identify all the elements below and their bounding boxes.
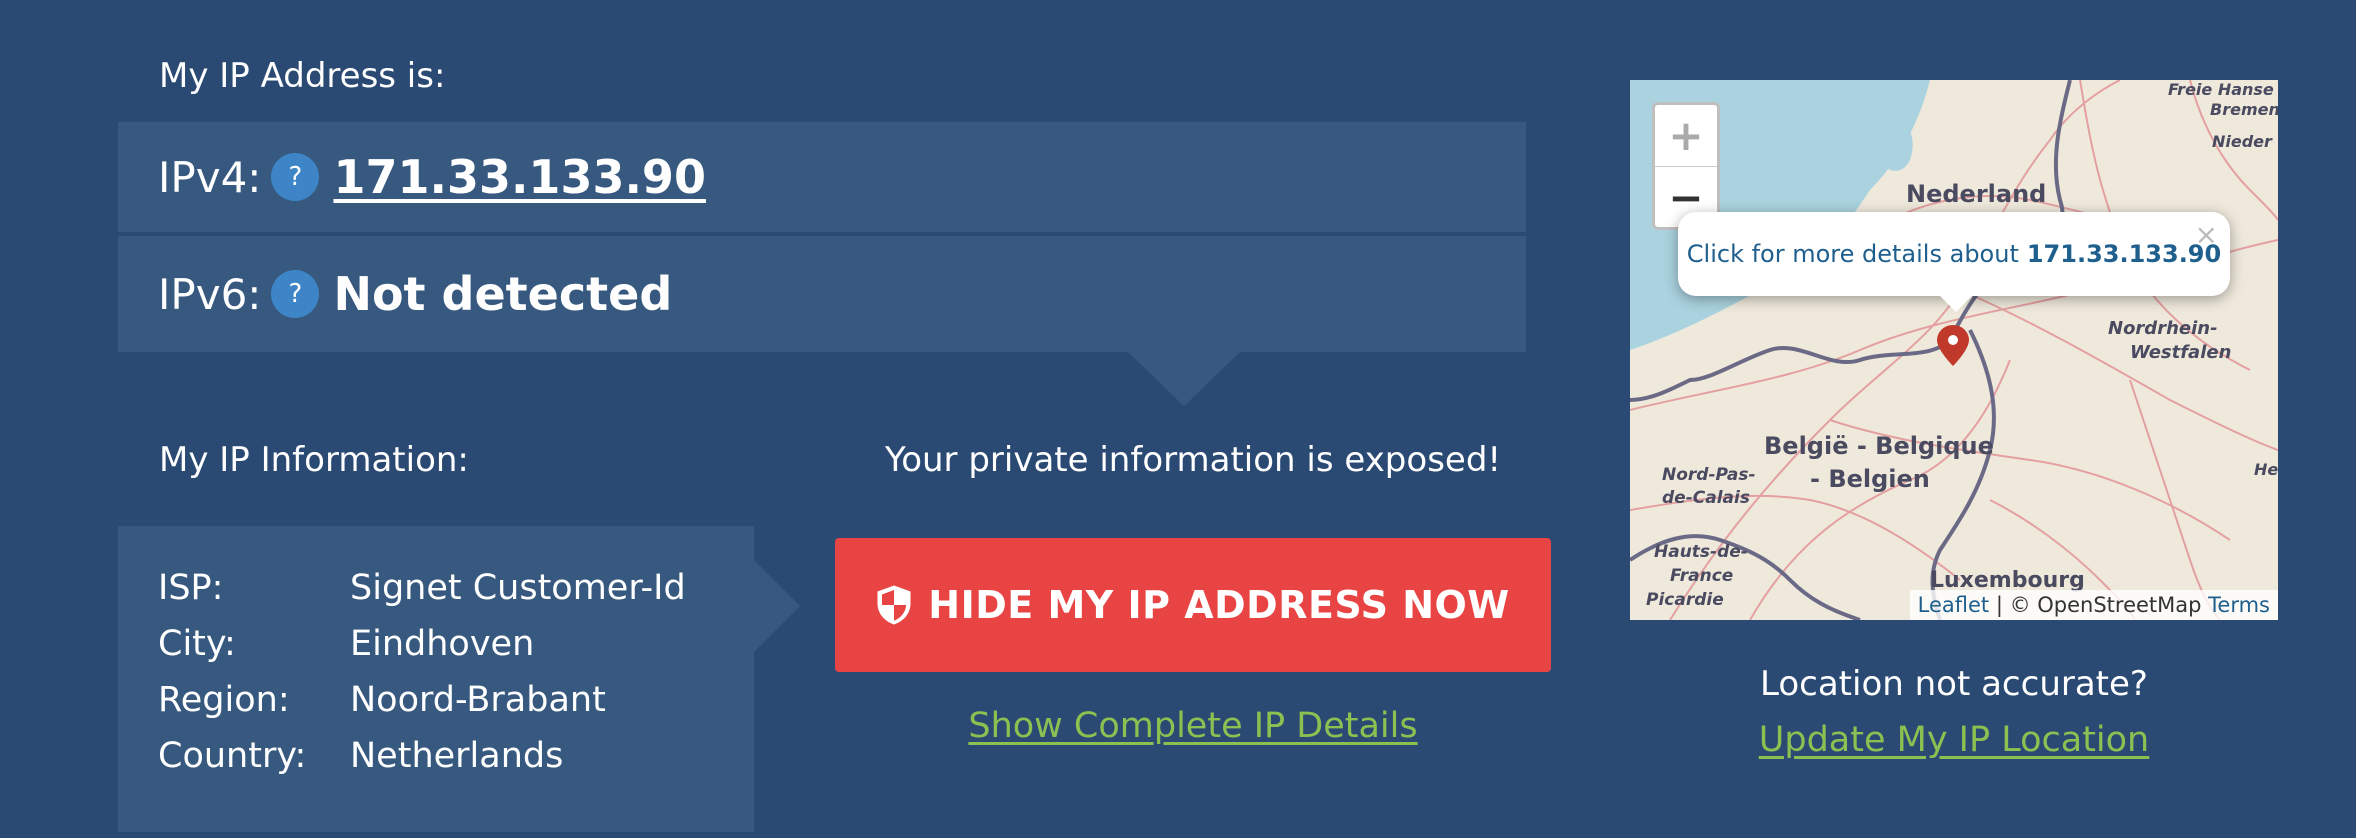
map-label-france: France <box>1670 566 1734 586</box>
details-link-wrap: Show Complete IP Details <box>835 706 1551 746</box>
exposed-message: Your private information is exposed! <box>884 440 1502 480</box>
info-row-city: City: Eindhoven <box>158 624 534 664</box>
panel-pointer <box>1128 352 1240 406</box>
ipv6-row: IPv6: ? Not detected <box>118 236 1526 352</box>
zoom-in-button[interactable]: + <box>1655 105 1717 167</box>
ipv4-row: IPv4: ? 171.33.133.90 <box>118 122 1526 232</box>
popup-ip: 171.33.133.90 <box>2026 240 2222 268</box>
map-marker-icon <box>1937 325 1969 366</box>
info-row-region: Region: Noord-Brabant <box>158 680 606 720</box>
question-icon[interactable]: ? <box>271 153 320 201</box>
info-key: ISP: <box>158 568 224 608</box>
info-key: Country: <box>158 736 307 776</box>
map-attribution: Leaflet | © OpenStreetMap Terms <box>1909 590 2278 620</box>
ip-address-heading: My IP Address is: <box>159 56 446 96</box>
info-row-isp: ISP: Signet Customer-Id <box>158 568 686 608</box>
map-label-freie: Freie Hanse <box>2168 80 2274 99</box>
map-zoom-control: + − <box>1652 102 1720 230</box>
info-key: City: <box>158 624 236 664</box>
show-details-link[interactable]: Show Complete IP Details <box>968 706 1417 746</box>
popup-tip <box>1938 294 1974 312</box>
update-location-wrap: Update My IP Location <box>1630 720 2278 760</box>
location-map[interactable]: Nederland België - Belgique - Belgien No… <box>1630 80 2278 620</box>
ip-information-panel: ISP: Signet Customer-Id City: Eindhoven … <box>118 526 754 832</box>
map-label-nederland: Nederland <box>1906 180 2047 208</box>
map-label-belgien: - Belgien <box>1810 465 1930 493</box>
terms-link[interactable]: Terms <box>2208 593 2270 617</box>
hide-ip-button-label: HIDE MY IP ADDRESS NOW <box>928 583 1510 627</box>
hide-ip-button[interactable]: HIDE MY IP ADDRESS NOW <box>835 538 1551 672</box>
info-row-country: Country: Netherlands <box>158 736 563 776</box>
map-label-he: He <box>2254 460 2278 479</box>
shield-icon <box>877 585 911 625</box>
map-label-westfalen: Westfalen <box>2130 342 2232 363</box>
location-question: Location not accurate? <box>1760 664 2148 704</box>
ipv6-label: IPv6: <box>158 269 262 319</box>
question-icon[interactable]: ? <box>271 270 320 318</box>
leaflet-link[interactable]: Leaflet <box>1918 593 1990 617</box>
map-label-nordpas: Nord-Pas- <box>1662 465 1756 485</box>
info-key: Region: <box>158 680 290 720</box>
ipv6-value: Not detected <box>333 267 673 321</box>
close-icon[interactable]: × <box>2195 218 2218 251</box>
map-label-picardie: Picardie <box>1646 590 1724 610</box>
map-label-decalais: de-Calais <box>1662 488 1750 508</box>
info-value: Signet Customer-Id <box>350 568 686 608</box>
ip-information-heading: My IP Information: <box>159 440 469 480</box>
map-label-belgie: België - Belgique <box>1764 432 1994 460</box>
update-location-link[interactable]: Update My IP Location <box>1759 720 2150 760</box>
popup-text: Click for more details about <box>1686 240 2019 268</box>
map-label-nordrhein: Nordrhein- <box>2108 318 2218 339</box>
info-value: Netherlands <box>350 736 564 776</box>
map-label-nieder: Nieder <box>2212 132 2272 151</box>
info-value: Noord-Brabant <box>350 680 606 720</box>
map-label-hauts: Hauts-de- <box>1654 542 1748 562</box>
ipv4-label: IPv4: <box>158 152 262 202</box>
map-label-bremen: Bremen <box>2210 100 2278 119</box>
info-panel-arrow <box>754 560 800 652</box>
map-popup[interactable]: Click for more details about 171.33.133.… <box>1678 212 2230 296</box>
attribution-separator: | © OpenStreetMap <box>1989 593 2209 617</box>
info-value: Eindhoven <box>350 624 535 664</box>
ipv4-value-link[interactable]: 171.33.133.90 <box>333 150 706 204</box>
